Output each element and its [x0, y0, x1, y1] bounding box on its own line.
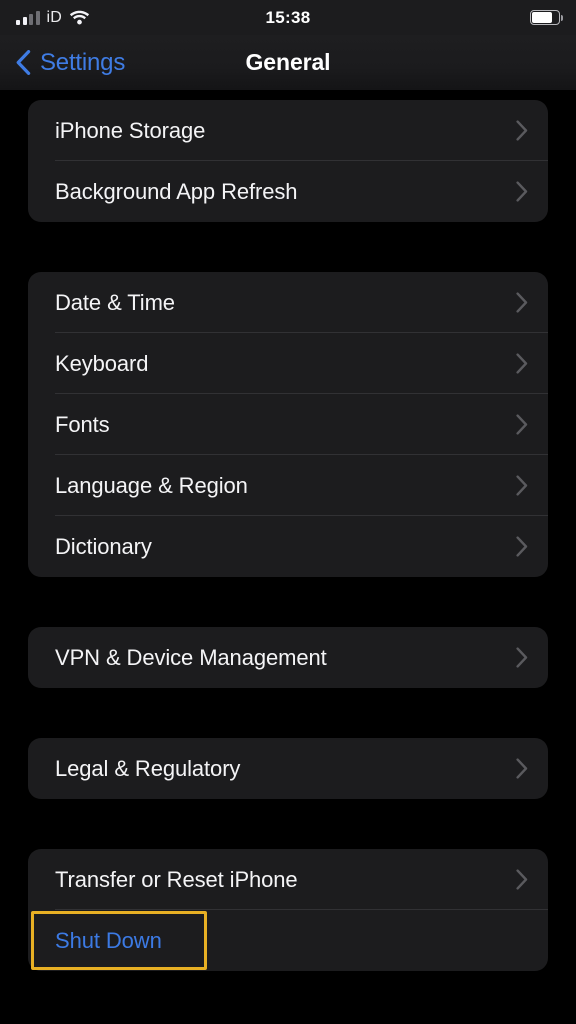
settings-row-label: Background App Refresh [55, 178, 298, 204]
chevron-right-icon [516, 758, 528, 779]
settings-row-label: Date & Time [55, 289, 175, 315]
settings-row-label: Transfer or Reset iPhone [55, 866, 298, 892]
settings-list: iPhone Storage Background App Refresh Date… [0, 100, 576, 971]
chevron-right-icon [516, 869, 528, 890]
chevron-right-icon [516, 536, 528, 557]
carrier-label: iD [46, 8, 63, 26]
settings-row-label: Fonts [55, 411, 110, 437]
chevron-right-icon [516, 120, 528, 141]
settings-row-label: Keyboard [55, 350, 149, 376]
chevron-right-icon [516, 292, 528, 313]
back-button[interactable]: Settings [0, 35, 125, 90]
settings-group-vpn-group: VPN & Device Management [28, 627, 548, 688]
settings-row-label: iPhone Storage [55, 117, 206, 143]
settings-row[interactable]: Transfer or Reset iPhone [28, 849, 548, 910]
settings-row-label: Shut Down [55, 927, 162, 953]
settings-group-storage-group: iPhone Storage Background App Refresh [28, 100, 548, 222]
chevron-right-icon [516, 181, 528, 202]
settings-group-locale-group: Date & Time Keyboard Fonts Language & Regio… [28, 272, 548, 577]
settings-group-reset-group: Transfer or Reset iPhone Shut Down [28, 849, 548, 971]
settings-row[interactable]: Date & Time [28, 272, 548, 333]
settings-row[interactable]: VPN & Device Management [28, 627, 548, 688]
settings-row[interactable]: iPhone Storage [28, 100, 548, 161]
status-bar-right [530, 10, 564, 25]
wifi-icon [69, 10, 90, 25]
navigation-bar: Settings General [0, 35, 576, 90]
page-title: General [245, 49, 331, 75]
settings-row[interactable]: Language & Region [28, 455, 548, 516]
settings-group-legal-group: Legal & Regulatory [28, 738, 548, 799]
battery-icon [530, 10, 564, 25]
status-bar: iD 15:38 [0, 0, 576, 35]
settings-row[interactable]: Fonts [28, 394, 548, 455]
settings-row[interactable]: Shut Down [28, 910, 548, 971]
content-top-spacer [0, 90, 576, 100]
cellular-signal-icon [16, 10, 40, 25]
settings-row-label: Dictionary [55, 533, 152, 559]
settings-row[interactable]: Keyboard [28, 333, 548, 394]
chevron-left-icon [16, 50, 31, 75]
settings-row-label: Language & Region [55, 472, 248, 498]
chevron-right-icon [516, 353, 528, 374]
settings-row[interactable]: Background App Refresh [28, 161, 548, 222]
chevron-right-icon [516, 647, 528, 668]
settings-row-label: Legal & Regulatory [55, 755, 241, 781]
iphone-screen: iD 15:38 Settings General iPhone Storage… [0, 0, 576, 1024]
clock-label: 15:38 [265, 7, 311, 27]
chevron-right-icon [516, 475, 528, 496]
settings-row-label: VPN & Device Management [55, 644, 327, 670]
status-bar-left: iD [16, 9, 90, 27]
back-button-label: Settings [40, 48, 126, 76]
settings-row[interactable]: Legal & Regulatory [28, 738, 548, 799]
settings-row[interactable]: Dictionary [28, 516, 548, 577]
chevron-right-icon [516, 414, 528, 435]
